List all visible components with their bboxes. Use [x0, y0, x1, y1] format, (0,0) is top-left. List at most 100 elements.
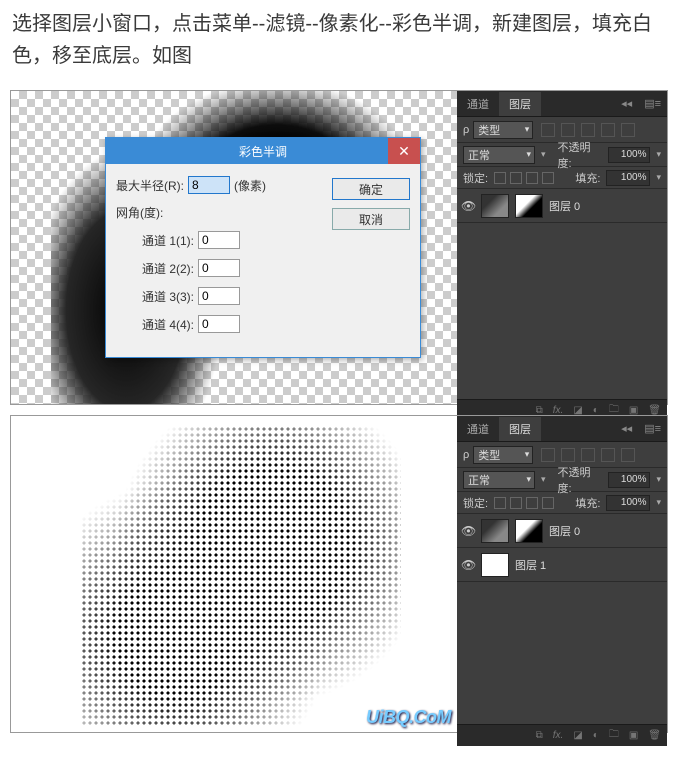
layer-name[interactable]: 图层 0 [549, 198, 580, 214]
filter-type-icon[interactable] [581, 123, 595, 137]
fx-icon-2[interactable]: fx. [553, 730, 564, 741]
panel-collapse-icon[interactable]: ◂◂ [615, 97, 638, 110]
layer-list: 👁 图层 0 [457, 189, 667, 399]
filter-adjust-icon-2[interactable] [561, 448, 575, 462]
layer-row-0[interactable]: 👁 图层 0 [457, 189, 667, 223]
filter-shape-icon[interactable] [601, 123, 615, 137]
filter-kind-dropdown[interactable]: 类型 [473, 121, 533, 139]
tab-channels[interactable]: 通道 [457, 92, 499, 116]
instruction-text: 选择图层小窗口，点击菜单--滤镜--像素化--彩色半调，新建图层，填充白色，移至… [0, 0, 678, 80]
mask-thumbnail-0b[interactable] [515, 519, 543, 543]
layers-panel: 通道 图层 ◂◂ ▤≡ ρ 类型 正常 ▾ 不透明度: 100% ▾ [457, 91, 667, 404]
lock-all-icon[interactable] [542, 172, 554, 184]
trash-icon-2[interactable]: 🗑 [648, 730, 661, 741]
channel4-input[interactable] [198, 315, 240, 333]
fill-value-2[interactable]: 100% [606, 495, 650, 511]
lock-label-2: 锁定: [463, 495, 488, 511]
dialog-body: 最大半径(R): (像素) 网角(度): 通道 1(1): 通道 2(2): [106, 164, 420, 357]
panel-tabs: 通道 图层 ◂◂ ▤≡ [457, 91, 667, 117]
filter-shape-icon-2[interactable] [601, 448, 615, 462]
layer-name-1[interactable]: 图层 1 [515, 557, 546, 573]
watermark: UiBQ.CoM [366, 707, 451, 728]
lock-position-icon[interactable] [526, 172, 538, 184]
filter-kind-dropdown-2[interactable]: 类型 [473, 446, 533, 464]
filter-adjust-icon[interactable] [561, 123, 575, 137]
filter-pixel-icon[interactable] [541, 123, 555, 137]
blend-mode-dropdown-2[interactable]: 正常 [463, 471, 535, 489]
opacity-label: 不透明度: [558, 139, 603, 171]
canvas-area[interactable]: 彩色半调 ✕ 最大半径(R): (像素) 网角(度): 通道 1(1): [11, 91, 457, 404]
fill-label-2: 填充: [575, 495, 600, 511]
lock-all-icon-2[interactable] [542, 497, 554, 509]
fill-label: 填充: [575, 170, 600, 186]
filter-type-icon-2[interactable] [581, 448, 595, 462]
filter-smart-icon-2[interactable] [621, 448, 635, 462]
canvas-area-2[interactable]: UiBQ.CoM [11, 416, 457, 732]
lock-pixels-icon[interactable] [510, 172, 522, 184]
layers-panel-2: 通道 图层 ◂◂ ▤≡ ρ 类型 正常 ▾ 不透明度: 100% ▾ [457, 416, 667, 732]
channel1-label: 通道 1(1): [142, 232, 194, 249]
panel-footer-2: ⧉ fx. ◪ ◐ 🗀 ▣ 🗑 [457, 724, 667, 746]
lock-transparency-icon[interactable] [494, 172, 506, 184]
filter-type-icons [541, 123, 635, 137]
halftone-figure [81, 426, 401, 726]
link-icon-2[interactable]: ⧉ [536, 730, 543, 741]
channel2-label: 通道 2(2): [142, 260, 194, 277]
pixel-unit-label: (像素) [234, 177, 266, 194]
mask-icon-2[interactable]: ◪ [573, 730, 582, 741]
visibility-icon-1[interactable]: 👁 [461, 558, 475, 572]
screenshot-1: 彩色半调 ✕ 最大半径(R): (像素) 网角(度): 通道 1(1): [10, 90, 668, 405]
ok-button[interactable]: 确定 [332, 178, 410, 200]
channel2-input[interactable] [198, 259, 240, 277]
folder-icon-2[interactable]: 🗀 [609, 727, 619, 744]
lock-label: 锁定: [463, 170, 488, 186]
search-icon[interactable]: ρ [463, 124, 469, 136]
dialog-title-text: 彩色半调 [239, 143, 287, 160]
opacity-label-2: 不透明度: [558, 464, 603, 496]
blend-row-2: 正常 ▾ 不透明度: 100% ▾ [457, 468, 667, 492]
search-icon-2[interactable]: ρ [463, 449, 469, 461]
visibility-icon[interactable]: 👁 [461, 199, 475, 213]
tab-layers[interactable]: 图层 [499, 92, 541, 116]
panel-menu-icon[interactable]: ▤≡ [638, 97, 667, 110]
visibility-icon-0b[interactable]: 👁 [461, 524, 475, 538]
lock-pixels-icon-2[interactable] [510, 497, 522, 509]
blend-mode-dropdown[interactable]: 正常 [463, 146, 535, 164]
opacity-value-2[interactable]: 100% [608, 472, 650, 488]
tab-channels-2[interactable]: 通道 [457, 417, 499, 441]
close-icon[interactable]: ✕ [388, 138, 420, 164]
panel-tabs-2: 通道 图层 ◂◂ ▤≡ [457, 416, 667, 442]
layer-row-0b[interactable]: 👁 图层 0 [457, 514, 667, 548]
layer-thumbnail-1[interactable] [481, 553, 509, 577]
adjustment-icon-2[interactable]: ◐ [593, 730, 599, 741]
channel3-label: 通道 3(3): [142, 288, 194, 305]
panel-collapse-icon-2[interactable]: ◂◂ [615, 422, 638, 435]
fill-value[interactable]: 100% [606, 170, 650, 186]
layer-row-1[interactable]: 👁 图层 1 [457, 548, 667, 582]
mask-thumbnail[interactable] [515, 194, 543, 218]
grid-angle-label: 网角(度): [116, 204, 163, 221]
panel-menu-icon-2[interactable]: ▤≡ [638, 422, 667, 435]
tab-layers-2[interactable]: 图层 [499, 417, 541, 441]
new-layer-icon-2[interactable]: ▣ [629, 730, 638, 741]
channel3-input[interactable] [198, 287, 240, 305]
blend-row: 正常 ▾ 不透明度: 100% ▾ [457, 143, 667, 167]
screenshot-2: UiBQ.CoM 通道 图层 ◂◂ ▤≡ ρ 类型 正常 ▾ 不透明度: [10, 415, 668, 733]
layer-name-0b[interactable]: 图层 0 [549, 523, 580, 539]
layer-thumbnail[interactable] [481, 194, 509, 218]
channel4-label: 通道 4(4): [142, 316, 194, 333]
lock-position-icon-2[interactable] [526, 497, 538, 509]
layer-list-2: 👁 图层 0 👁 图层 1 [457, 514, 667, 724]
lock-transparency-icon-2[interactable] [494, 497, 506, 509]
max-radius-label: 最大半径(R): [116, 177, 184, 194]
filter-pixel-icon-2[interactable] [541, 448, 555, 462]
channel1-input[interactable] [198, 231, 240, 249]
filter-smart-icon[interactable] [621, 123, 635, 137]
color-halftone-dialog: 彩色半调 ✕ 最大半径(R): (像素) 网角(度): 通道 1(1): [105, 137, 421, 358]
opacity-value[interactable]: 100% [608, 147, 650, 163]
max-radius-input[interactable] [188, 176, 230, 194]
dialog-titlebar[interactable]: 彩色半调 ✕ [106, 138, 420, 164]
dialog-buttons: 确定 取消 [332, 176, 410, 343]
cancel-button[interactable]: 取消 [332, 208, 410, 230]
layer-thumbnail-0b[interactable] [481, 519, 509, 543]
